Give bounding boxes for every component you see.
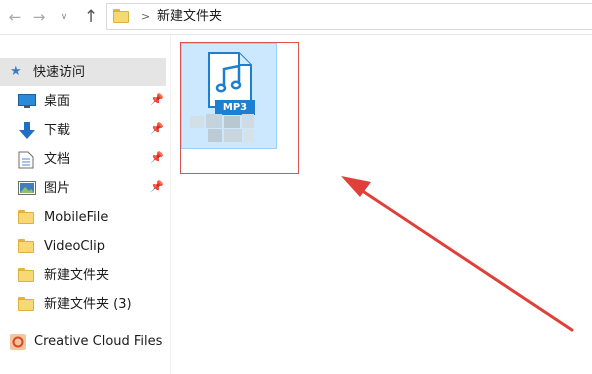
red-arrow-annotation: [341, 176, 574, 332]
